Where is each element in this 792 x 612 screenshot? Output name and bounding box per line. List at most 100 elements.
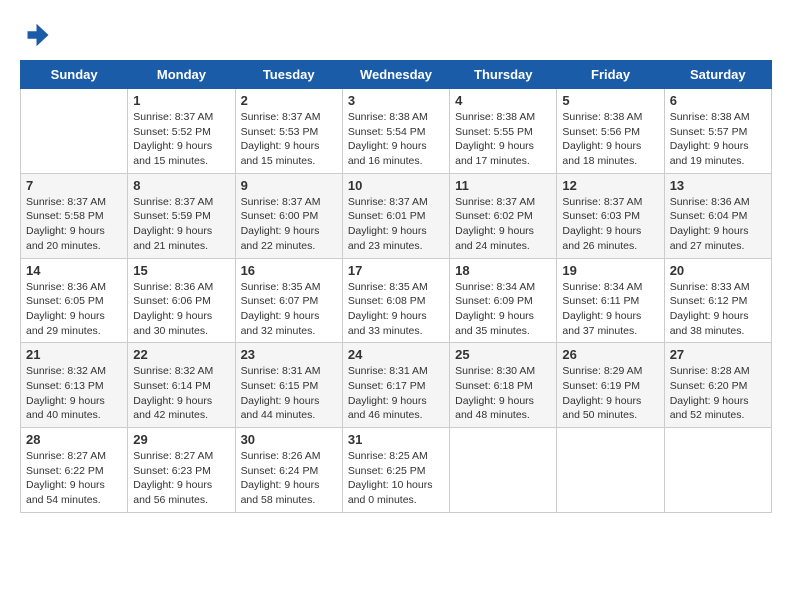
calendar-cell: 31Sunrise: 8:25 AM Sunset: 6:25 PM Dayli…: [342, 428, 449, 513]
day-number: 2: [241, 93, 337, 108]
calendar-cell: [557, 428, 664, 513]
calendar-cell: 10 Sunrise: 8:37 AM Sunset: 6:01 PM Dayli…: [342, 173, 449, 258]
calendar-cell: 21Sunrise: 8:32 AM Sunset: 6:13 PM Dayli…: [21, 343, 128, 428]
calendar-cell: 18 Sunrise: 8:34 AM Sunset: 6:09 PM Dayli…: [450, 258, 557, 343]
cell-info: Sunrise: 8:36 AM Sunset: 6:05 PM Dayligh…: [26, 280, 122, 339]
calendar-header: SundayMondayTuesdayWednesdayThursdayFrid…: [21, 61, 772, 89]
cell-info: Sunrise: 8:37 AM Sunset: 6:02 PM Dayligh…: [455, 195, 551, 254]
calendar-body: 1 Sunrise: 8:37 AM Sunset: 5:52 PM Daylig…: [21, 89, 772, 513]
calendar-cell: 12Sunrise: 8:37 AM Sunset: 6:03 PM Dayli…: [557, 173, 664, 258]
day-number: 23: [241, 347, 337, 362]
day-number: 4: [455, 93, 551, 108]
weekday-header-wednesday: Wednesday: [342, 61, 449, 89]
day-number: 22: [133, 347, 229, 362]
calendar-cell: 11 Sunrise: 8:37 AM Sunset: 6:02 PM Dayli…: [450, 173, 557, 258]
calendar-cell: 26 Sunrise: 8:29 AM Sunset: 6:19 PM Dayli…: [557, 343, 664, 428]
day-number: 13: [670, 178, 766, 193]
calendar-cell: 14 Sunrise: 8:36 AM Sunset: 6:05 PM Dayli…: [21, 258, 128, 343]
cell-info: Sunrise: 8:37 AM Sunset: 6:03 PM Dayligh…: [562, 195, 658, 254]
cell-info: Sunrise: 8:33 AM Sunset: 6:12 PM Dayligh…: [670, 280, 766, 339]
day-number: 17: [348, 263, 444, 278]
calendar-cell: 25 Sunrise: 8:30 AM Sunset: 6:18 PM Dayli…: [450, 343, 557, 428]
cell-info: Sunrise: 8:38 AM Sunset: 5:54 PM Dayligh…: [348, 110, 444, 169]
calendar-week-row: 7 Sunrise: 8:37 AM Sunset: 5:58 PM Daylig…: [21, 173, 772, 258]
cell-info: Sunrise: 8:26 AM Sunset: 6:24 PM Dayligh…: [241, 449, 337, 508]
day-number: 24: [348, 347, 444, 362]
logo-icon: [20, 20, 50, 50]
day-number: 14: [26, 263, 122, 278]
weekday-header-monday: Monday: [128, 61, 235, 89]
day-number: 9: [241, 178, 337, 193]
cell-info: Sunrise: 8:37 AM Sunset: 5:53 PM Dayligh…: [241, 110, 337, 169]
cell-info: Sunrise: 8:37 AM Sunset: 6:00 PM Dayligh…: [241, 195, 337, 254]
day-number: 8: [133, 178, 229, 193]
day-number: 26: [562, 347, 658, 362]
cell-info: Sunrise: 8:25 AM Sunset: 6:25 PM Dayligh…: [348, 449, 444, 508]
calendar-cell: 24 Sunrise: 8:31 AM Sunset: 6:17 PM Dayli…: [342, 343, 449, 428]
calendar-cell: 9 Sunrise: 8:37 AM Sunset: 6:00 PM Daylig…: [235, 173, 342, 258]
weekday-header-sunday: Sunday: [21, 61, 128, 89]
day-number: 1: [133, 93, 229, 108]
calendar-cell: [664, 428, 771, 513]
day-number: 30: [241, 432, 337, 447]
cell-info: Sunrise: 8:34 AM Sunset: 6:09 PM Dayligh…: [455, 280, 551, 339]
cell-info: Sunrise: 8:29 AM Sunset: 6:19 PM Dayligh…: [562, 364, 658, 423]
calendar-cell: 22 Sunrise: 8:32 AM Sunset: 6:14 PM Dayli…: [128, 343, 235, 428]
calendar-cell: 7 Sunrise: 8:37 AM Sunset: 5:58 PM Daylig…: [21, 173, 128, 258]
cell-info: Sunrise: 8:27 AM Sunset: 6:22 PM Dayligh…: [26, 449, 122, 508]
calendar-cell: 27 Sunrise: 8:28 AM Sunset: 6:20 PM Dayli…: [664, 343, 771, 428]
calendar-cell: 13 Sunrise: 8:36 AM Sunset: 6:04 PM Dayli…: [664, 173, 771, 258]
calendar-week-row: 1 Sunrise: 8:37 AM Sunset: 5:52 PM Daylig…: [21, 89, 772, 174]
cell-info: Sunrise: 8:38 AM Sunset: 5:55 PM Dayligh…: [455, 110, 551, 169]
cell-info: Sunrise: 8:38 AM Sunset: 5:57 PM Dayligh…: [670, 110, 766, 169]
calendar-cell: 2 Sunrise: 8:37 AM Sunset: 5:53 PM Daylig…: [235, 89, 342, 174]
cell-info: Sunrise: 8:31 AM Sunset: 6:15 PM Dayligh…: [241, 364, 337, 423]
cell-info: Sunrise: 8:36 AM Sunset: 6:06 PM Dayligh…: [133, 280, 229, 339]
calendar-cell: 8 Sunrise: 8:37 AM Sunset: 5:59 PM Daylig…: [128, 173, 235, 258]
calendar-cell: 29 Sunrise: 8:27 AM Sunset: 6:23 PM Dayli…: [128, 428, 235, 513]
calendar-week-row: 28 Sunrise: 8:27 AM Sunset: 6:22 PM Dayli…: [21, 428, 772, 513]
day-number: 28: [26, 432, 122, 447]
cell-info: Sunrise: 8:27 AM Sunset: 6:23 PM Dayligh…: [133, 449, 229, 508]
logo: [20, 20, 54, 50]
cell-info: Sunrise: 8:34 AM Sunset: 6:11 PM Dayligh…: [562, 280, 658, 339]
day-number: 3: [348, 93, 444, 108]
cell-info: Sunrise: 8:37 AM Sunset: 5:52 PM Dayligh…: [133, 110, 229, 169]
calendar-cell: 20 Sunrise: 8:33 AM Sunset: 6:12 PM Dayli…: [664, 258, 771, 343]
calendar-table: SundayMondayTuesdayWednesdayThursdayFrid…: [20, 60, 772, 513]
weekday-header-row: SundayMondayTuesdayWednesdayThursdayFrid…: [21, 61, 772, 89]
calendar-cell: 3 Sunrise: 8:38 AM Sunset: 5:54 PM Daylig…: [342, 89, 449, 174]
day-number: 16: [241, 263, 337, 278]
weekday-header-thursday: Thursday: [450, 61, 557, 89]
day-number: 27: [670, 347, 766, 362]
calendar-cell: 4 Sunrise: 8:38 AM Sunset: 5:55 PM Daylig…: [450, 89, 557, 174]
cell-info: Sunrise: 8:30 AM Sunset: 6:18 PM Dayligh…: [455, 364, 551, 423]
day-number: 29: [133, 432, 229, 447]
calendar-cell: 6Sunrise: 8:38 AM Sunset: 5:57 PM Daylig…: [664, 89, 771, 174]
cell-info: Sunrise: 8:35 AM Sunset: 6:08 PM Dayligh…: [348, 280, 444, 339]
day-number: 10: [348, 178, 444, 193]
cell-info: Sunrise: 8:32 AM Sunset: 6:14 PM Dayligh…: [133, 364, 229, 423]
day-number: 15: [133, 263, 229, 278]
cell-info: Sunrise: 8:37 AM Sunset: 5:59 PM Dayligh…: [133, 195, 229, 254]
page-header: [20, 20, 772, 50]
cell-info: Sunrise: 8:35 AM Sunset: 6:07 PM Dayligh…: [241, 280, 337, 339]
cell-info: Sunrise: 8:28 AM Sunset: 6:20 PM Dayligh…: [670, 364, 766, 423]
calendar-cell: 17 Sunrise: 8:35 AM Sunset: 6:08 PM Dayli…: [342, 258, 449, 343]
weekday-header-saturday: Saturday: [664, 61, 771, 89]
calendar-cell: 5Sunrise: 8:38 AM Sunset: 5:56 PM Daylig…: [557, 89, 664, 174]
cell-info: Sunrise: 8:31 AM Sunset: 6:17 PM Dayligh…: [348, 364, 444, 423]
calendar-cell: 1 Sunrise: 8:37 AM Sunset: 5:52 PM Daylig…: [128, 89, 235, 174]
cell-info: Sunrise: 8:37 AM Sunset: 5:58 PM Dayligh…: [26, 195, 122, 254]
weekday-header-friday: Friday: [557, 61, 664, 89]
day-number: 18: [455, 263, 551, 278]
day-number: 20: [670, 263, 766, 278]
day-number: 11: [455, 178, 551, 193]
cell-info: Sunrise: 8:36 AM Sunset: 6:04 PM Dayligh…: [670, 195, 766, 254]
cell-info: Sunrise: 8:32 AM Sunset: 6:13 PM Dayligh…: [26, 364, 122, 423]
day-number: 25: [455, 347, 551, 362]
calendar-week-row: 21Sunrise: 8:32 AM Sunset: 6:13 PM Dayli…: [21, 343, 772, 428]
day-number: 7: [26, 178, 122, 193]
calendar-cell: 30 Sunrise: 8:26 AM Sunset: 6:24 PM Dayli…: [235, 428, 342, 513]
cell-info: Sunrise: 8:37 AM Sunset: 6:01 PM Dayligh…: [348, 195, 444, 254]
